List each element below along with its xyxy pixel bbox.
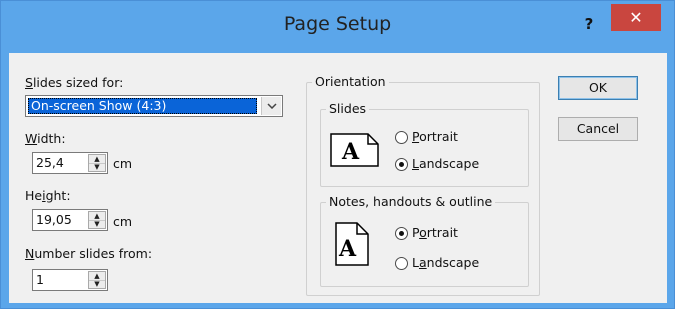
- notes-portrait-radio[interactable]: [395, 227, 408, 240]
- slides-portrait-radio[interactable]: [395, 131, 408, 144]
- width-spin-buttons[interactable]: ▲ ▼: [88, 154, 106, 172]
- width-label: Width:: [25, 131, 66, 146]
- decrement-icon[interactable]: ▼: [89, 280, 105, 288]
- close-icon: ✕: [629, 8, 643, 27]
- dropdown-selected-value: On-screen Show (4:3): [28, 98, 257, 114]
- height-value[interactable]: 19,05: [36, 212, 72, 227]
- close-button[interactable]: ✕: [611, 4, 661, 31]
- slides-sized-for-dropdown[interactable]: On-screen Show (4:3): [25, 95, 283, 117]
- number-spin-buttons[interactable]: ▲ ▼: [88, 271, 106, 289]
- landscape-page-icon: A: [330, 133, 380, 171]
- cancel-button[interactable]: Cancel: [558, 117, 638, 141]
- page-setup-dialog: Page Setup ? ✕ Slides sized for: On-scre…: [0, 0, 675, 309]
- slides-portrait-label[interactable]: Portrait: [412, 129, 458, 144]
- help-button[interactable]: ?: [578, 13, 600, 35]
- height-spin-buttons[interactable]: ▲ ▼: [88, 211, 106, 229]
- notes-landscape-label[interactable]: Landscape: [412, 255, 479, 270]
- chevron-down-icon[interactable]: [261, 97, 281, 115]
- slides-orientation-label: Slides: [326, 101, 370, 116]
- width-unit: cm: [113, 156, 133, 171]
- height-unit: cm: [113, 214, 133, 229]
- slides-sized-for-label: Slides sized for:: [25, 75, 124, 90]
- number-slides-from-label: Number slides from:: [25, 246, 153, 261]
- number-slides-from-value[interactable]: 1: [36, 272, 44, 287]
- slides-landscape-radio[interactable]: [395, 158, 408, 171]
- title-bar: Page Setup ? ✕: [1, 1, 674, 53]
- svg-text:A: A: [341, 139, 360, 165]
- ok-button[interactable]: OK: [558, 76, 638, 100]
- notes-orientation-label: Notes, handouts & outline: [326, 194, 496, 209]
- orientation-label: Orientation: [312, 74, 389, 89]
- svg-text:A: A: [338, 236, 357, 262]
- width-value[interactable]: 25,4: [36, 155, 64, 170]
- height-spinner[interactable]: 19,05 ▲ ▼: [32, 209, 108, 231]
- decrement-icon[interactable]: ▼: [89, 220, 105, 228]
- decrement-icon[interactable]: ▼: [89, 163, 105, 171]
- notes-portrait-label[interactable]: Portrait: [412, 225, 458, 240]
- width-spinner[interactable]: 25,4 ▲ ▼: [32, 152, 108, 174]
- notes-landscape-radio[interactable]: [395, 257, 408, 270]
- number-slides-from-spinner[interactable]: 1 ▲ ▼: [32, 269, 108, 291]
- height-label: Height:: [25, 188, 71, 203]
- slides-landscape-label[interactable]: Landscape: [412, 156, 479, 171]
- portrait-page-icon: A: [335, 222, 369, 270]
- dialog-title: Page Setup: [283, 13, 392, 35]
